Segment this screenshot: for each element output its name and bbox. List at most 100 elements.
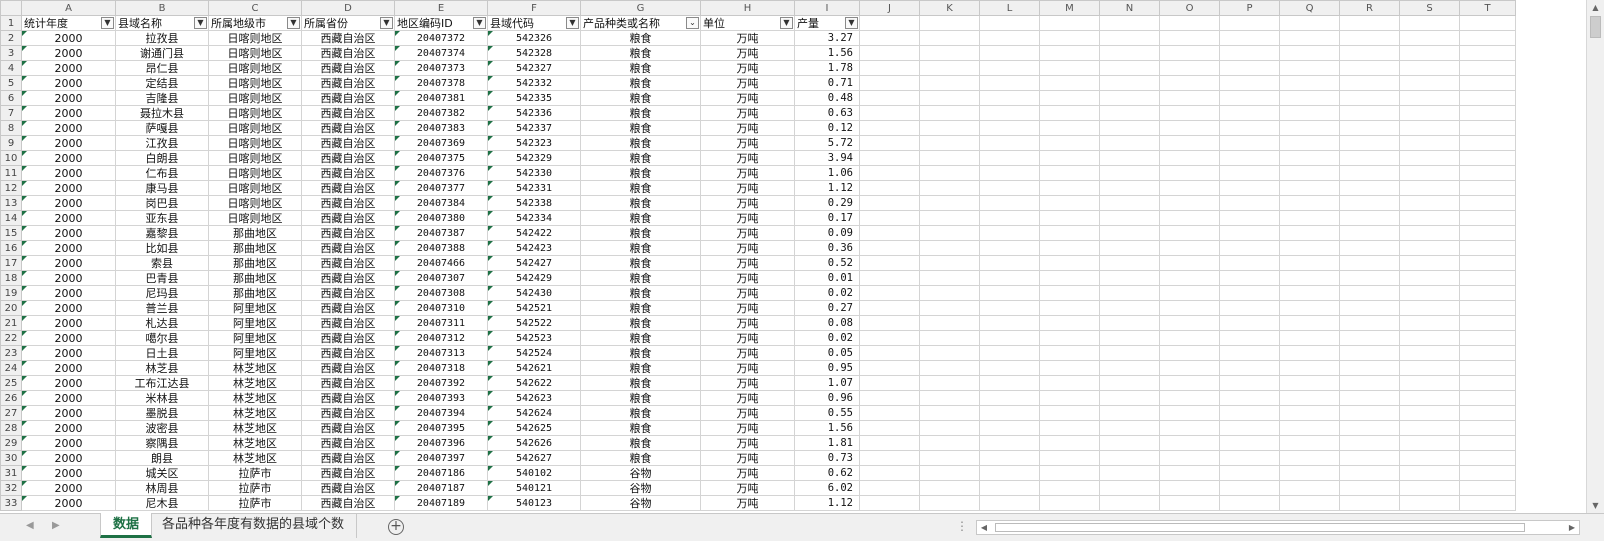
empty-cell[interactable] xyxy=(1099,195,1160,211)
empty-cell[interactable] xyxy=(859,135,920,151)
empty-cell[interactable] xyxy=(1039,405,1100,421)
table-cell[interactable]: 2000 xyxy=(21,345,116,361)
table-cell[interactable]: 西藏自治区 xyxy=(301,135,395,151)
empty-cell[interactable] xyxy=(1099,435,1160,451)
table-cell[interactable]: 朗县 xyxy=(115,450,209,466)
table-cell[interactable]: 2000 xyxy=(21,105,116,121)
row-header[interactable]: 21 xyxy=(0,315,22,331)
empty-cell[interactable] xyxy=(1099,405,1160,421)
table-cell[interactable]: 20407382 xyxy=(394,105,488,121)
table-cell[interactable]: 0.05 xyxy=(794,345,860,361)
table-cell[interactable]: 20407310 xyxy=(394,300,488,316)
empty-cell[interactable] xyxy=(1399,15,1460,31)
filter-dropdown-icon[interactable]: ▼ xyxy=(473,17,486,29)
empty-cell[interactable] xyxy=(859,120,920,136)
empty-cell[interactable] xyxy=(1339,300,1400,316)
empty-cell[interactable] xyxy=(979,480,1040,496)
empty-cell[interactable] xyxy=(1399,285,1460,301)
table-cell[interactable]: 白朗县 xyxy=(115,150,209,166)
empty-cell[interactable] xyxy=(1339,90,1400,106)
table-cell[interactable]: 那曲地区 xyxy=(208,255,302,271)
table-cell[interactable]: 2000 xyxy=(21,120,116,136)
empty-cell[interactable] xyxy=(919,330,980,346)
table-cell[interactable]: 2000 xyxy=(21,135,116,151)
empty-cell[interactable] xyxy=(859,180,920,196)
table-cell[interactable]: 日喀则地区 xyxy=(208,30,302,46)
empty-cell[interactable] xyxy=(1219,240,1280,256)
empty-cell[interactable] xyxy=(979,285,1040,301)
empty-cell[interactable] xyxy=(1219,150,1280,166)
empty-cell[interactable] xyxy=(1339,420,1400,436)
table-cell[interactable]: 粮食 xyxy=(580,180,701,196)
table-cell[interactable]: 万吨 xyxy=(700,180,795,196)
table-cell[interactable]: 粮食 xyxy=(580,405,701,421)
table-cell[interactable]: 2000 xyxy=(21,165,116,181)
table-cell[interactable]: 542623 xyxy=(487,390,581,406)
empty-cell[interactable] xyxy=(859,345,920,361)
table-cell[interactable]: 542334 xyxy=(487,210,581,226)
column-header[interactable]: D xyxy=(301,0,395,16)
empty-cell[interactable] xyxy=(1279,30,1340,46)
empty-cell[interactable] xyxy=(1279,405,1340,421)
empty-cell[interactable] xyxy=(1159,300,1220,316)
empty-cell[interactable] xyxy=(1219,60,1280,76)
empty-cell[interactable] xyxy=(1459,300,1516,316)
empty-cell[interactable] xyxy=(1039,390,1100,406)
empty-cell[interactable] xyxy=(1099,345,1160,361)
table-cell[interactable]: 康马县 xyxy=(115,180,209,196)
empty-cell[interactable] xyxy=(1039,60,1100,76)
empty-cell[interactable] xyxy=(1039,255,1100,271)
sheet-tab-county-count[interactable]: 各品种各年度有数据的县域个数 xyxy=(150,513,358,538)
table-cell[interactable]: 万吨 xyxy=(700,360,795,376)
empty-cell[interactable] xyxy=(859,330,920,346)
table-cell[interactable]: 0.55 xyxy=(794,405,860,421)
empty-cell[interactable] xyxy=(859,165,920,181)
table-cell[interactable]: 1.56 xyxy=(794,420,860,436)
table-cell[interactable]: 粮食 xyxy=(580,150,701,166)
table-cell[interactable]: 20407376 xyxy=(394,165,488,181)
empty-cell[interactable] xyxy=(1459,225,1516,241)
table-cell[interactable]: 城关区 xyxy=(115,465,209,481)
scroll-up-icon[interactable]: ▲ xyxy=(1588,0,1603,15)
row-header[interactable]: 10 xyxy=(0,150,22,166)
table-cell[interactable]: 542330 xyxy=(487,165,581,181)
filter-dropdown-icon[interactable]: ▼ xyxy=(845,17,858,29)
empty-cell[interactable] xyxy=(1039,330,1100,346)
empty-cell[interactable] xyxy=(1219,300,1280,316)
table-cell[interactable]: 542328 xyxy=(487,45,581,61)
table-cell[interactable]: 西藏自治区 xyxy=(301,300,395,316)
empty-cell[interactable] xyxy=(1219,135,1280,151)
empty-cell[interactable] xyxy=(1459,135,1516,151)
table-cell[interactable]: 万吨 xyxy=(700,45,795,61)
table-cell[interactable]: 20407369 xyxy=(394,135,488,151)
table-cell[interactable]: 西藏自治区 xyxy=(301,150,395,166)
field-header-cell[interactable]: 县域代码 ▼ xyxy=(487,15,581,31)
empty-cell[interactable] xyxy=(859,15,920,31)
empty-cell[interactable] xyxy=(919,90,980,106)
table-cell[interactable]: 0.36 xyxy=(794,240,860,256)
table-cell[interactable]: 普兰县 xyxy=(115,300,209,316)
table-cell[interactable]: 日喀则地区 xyxy=(208,150,302,166)
empty-cell[interactable] xyxy=(1099,420,1160,436)
empty-cell[interactable] xyxy=(1099,285,1160,301)
table-cell[interactable]: 林芝地区 xyxy=(208,405,302,421)
empty-cell[interactable] xyxy=(1399,135,1460,151)
table-cell[interactable]: 20407378 xyxy=(394,75,488,91)
empty-cell[interactable] xyxy=(919,165,980,181)
empty-cell[interactable] xyxy=(1399,45,1460,61)
empty-cell[interactable] xyxy=(1099,450,1160,466)
empty-cell[interactable] xyxy=(1279,165,1340,181)
empty-cell[interactable] xyxy=(1399,375,1460,391)
table-cell[interactable]: 那曲地区 xyxy=(208,285,302,301)
table-cell[interactable]: 万吨 xyxy=(700,165,795,181)
empty-cell[interactable] xyxy=(1099,120,1160,136)
empty-cell[interactable] xyxy=(1039,30,1100,46)
table-cell[interactable]: 0.52 xyxy=(794,255,860,271)
empty-cell[interactable] xyxy=(1399,465,1460,481)
next-sheet-icon[interactable]: ▶ xyxy=(52,520,60,531)
empty-cell[interactable] xyxy=(979,345,1040,361)
empty-cell[interactable] xyxy=(1159,405,1220,421)
row-header[interactable]: 17 xyxy=(0,255,22,271)
empty-cell[interactable] xyxy=(919,150,980,166)
table-cell[interactable]: 542336 xyxy=(487,105,581,121)
